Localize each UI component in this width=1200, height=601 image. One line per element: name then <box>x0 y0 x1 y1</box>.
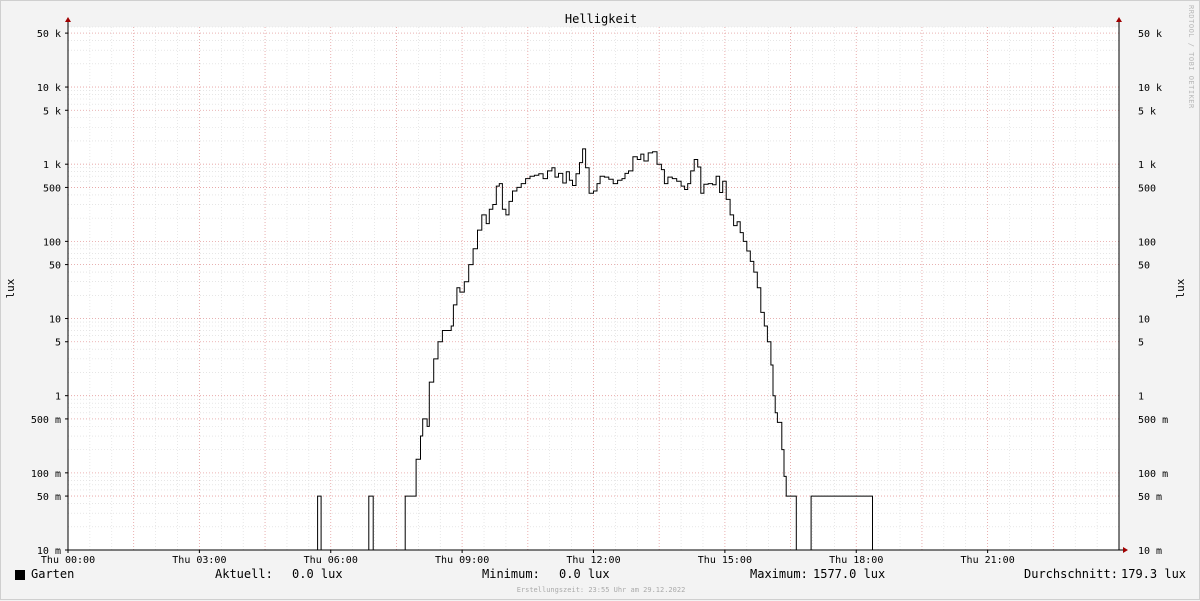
x-tick-label: Thu 18:00 <box>829 555 883 566</box>
x-tick-label: Thu 15:00 <box>698 555 752 566</box>
y-tick-label: 50 <box>49 261 61 272</box>
y-tick-label: 50 k <box>1138 29 1162 40</box>
y-tick-label: 500 <box>43 183 61 194</box>
y-tick-label: 100 <box>43 237 61 248</box>
y-tick-label: 10 m <box>1138 546 1162 557</box>
x-tick-label: Thu 00:00 <box>41 555 95 566</box>
legend: Garten Aktuell: 0.0 lux Minimum: 0.0 lux… <box>1 567 1200 585</box>
x-tick-label: Thu 03:00 <box>172 555 226 566</box>
legend-max-label: Maximum: <box>750 567 808 581</box>
legend-avg-label: Durchschnitt: <box>1024 567 1118 581</box>
x-tick-label: Thu 06:00 <box>304 555 358 566</box>
y-tick-label: 5 <box>55 338 61 349</box>
legend-min-label: Minimum: <box>482 567 540 581</box>
x-tick-label: Thu 09:00 <box>435 555 489 566</box>
creation-timestamp: Erstellungszeit: 23:55 Uhr am 29.12.2022 <box>516 586 686 594</box>
y-tick-label: 100 m <box>31 469 61 480</box>
chart-window: Helligkeit RRDTOOL / TOBI OETIKER 10 m 50… <box>0 0 1200 600</box>
legend-current-value: 0.0 lux <box>292 567 343 581</box>
x-axis-arrow <box>1123 547 1128 553</box>
y-tick-label: 500 m <box>1138 415 1168 426</box>
x-tick-label: Thu 21:00 <box>961 555 1015 566</box>
x-tick-labels: Thu 00:00 Thu 03:00 Thu 06:00 Thu 09:00 Thu … <box>41 555 1015 566</box>
y-tick-label: 10 k <box>1138 83 1162 94</box>
y-tick-label: 1 <box>1138 392 1144 403</box>
brightness-chart: 10 m 50 m 100 m 500 m 1 5 10 50 100 500 1 k 5 k 10 k… <box>4 17 1187 566</box>
legend-series-name: Garten <box>31 567 75 581</box>
y-tick-label: 5 k <box>43 106 61 117</box>
y-tick-label: 100 m <box>1138 469 1168 480</box>
y-tick-label: 1 k <box>1138 160 1156 171</box>
y-tick-labels-left: 10 m50 m100 m500 m1510501005001 k5 k10 k… <box>31 29 61 557</box>
y-tick-label: 10 <box>1138 315 1150 326</box>
y-tick-label: 50 k <box>37 29 61 40</box>
y-tick-label: 50 m <box>1138 492 1162 503</box>
y-tick-label: 5 <box>1138 338 1144 349</box>
y-tick-label: 10 <box>49 315 61 326</box>
y-tick-label: 500 m <box>31 415 61 426</box>
y-tick-label: 5 k <box>1138 106 1156 117</box>
y-axis-arrow-right <box>1116 17 1122 22</box>
y-tick-label: 1 <box>55 392 61 403</box>
y-tick-label: 10 k <box>37 83 61 94</box>
y-tick-label: 500 <box>1138 183 1156 194</box>
y-axis-arrow-left <box>65 17 71 22</box>
y-axis-label-left: lux <box>4 278 17 298</box>
legend-min-value: 0.0 lux <box>559 567 610 581</box>
y-tick-label: 50 m <box>37 492 61 503</box>
x-tick-label: Thu 12:00 <box>566 555 620 566</box>
y-tick-label: 1 k <box>43 160 61 171</box>
legend-max-value: 1577.0 lux <box>813 567 886 581</box>
legend-avg-value: 179.3 lux <box>1121 567 1187 581</box>
y-tick-labels-right: 10 m 50 m 100 m 500 m 1 5 10 50 100 500 1 k 5 k 10 k… <box>1138 29 1168 557</box>
legend-swatch <box>15 570 25 580</box>
legend-current-label: Aktuell: <box>215 567 273 581</box>
y-tick-label: 50 <box>1138 261 1150 272</box>
y-tick-label: 100 <box>1138 237 1156 248</box>
y-axis-label-right: lux <box>1174 278 1187 298</box>
